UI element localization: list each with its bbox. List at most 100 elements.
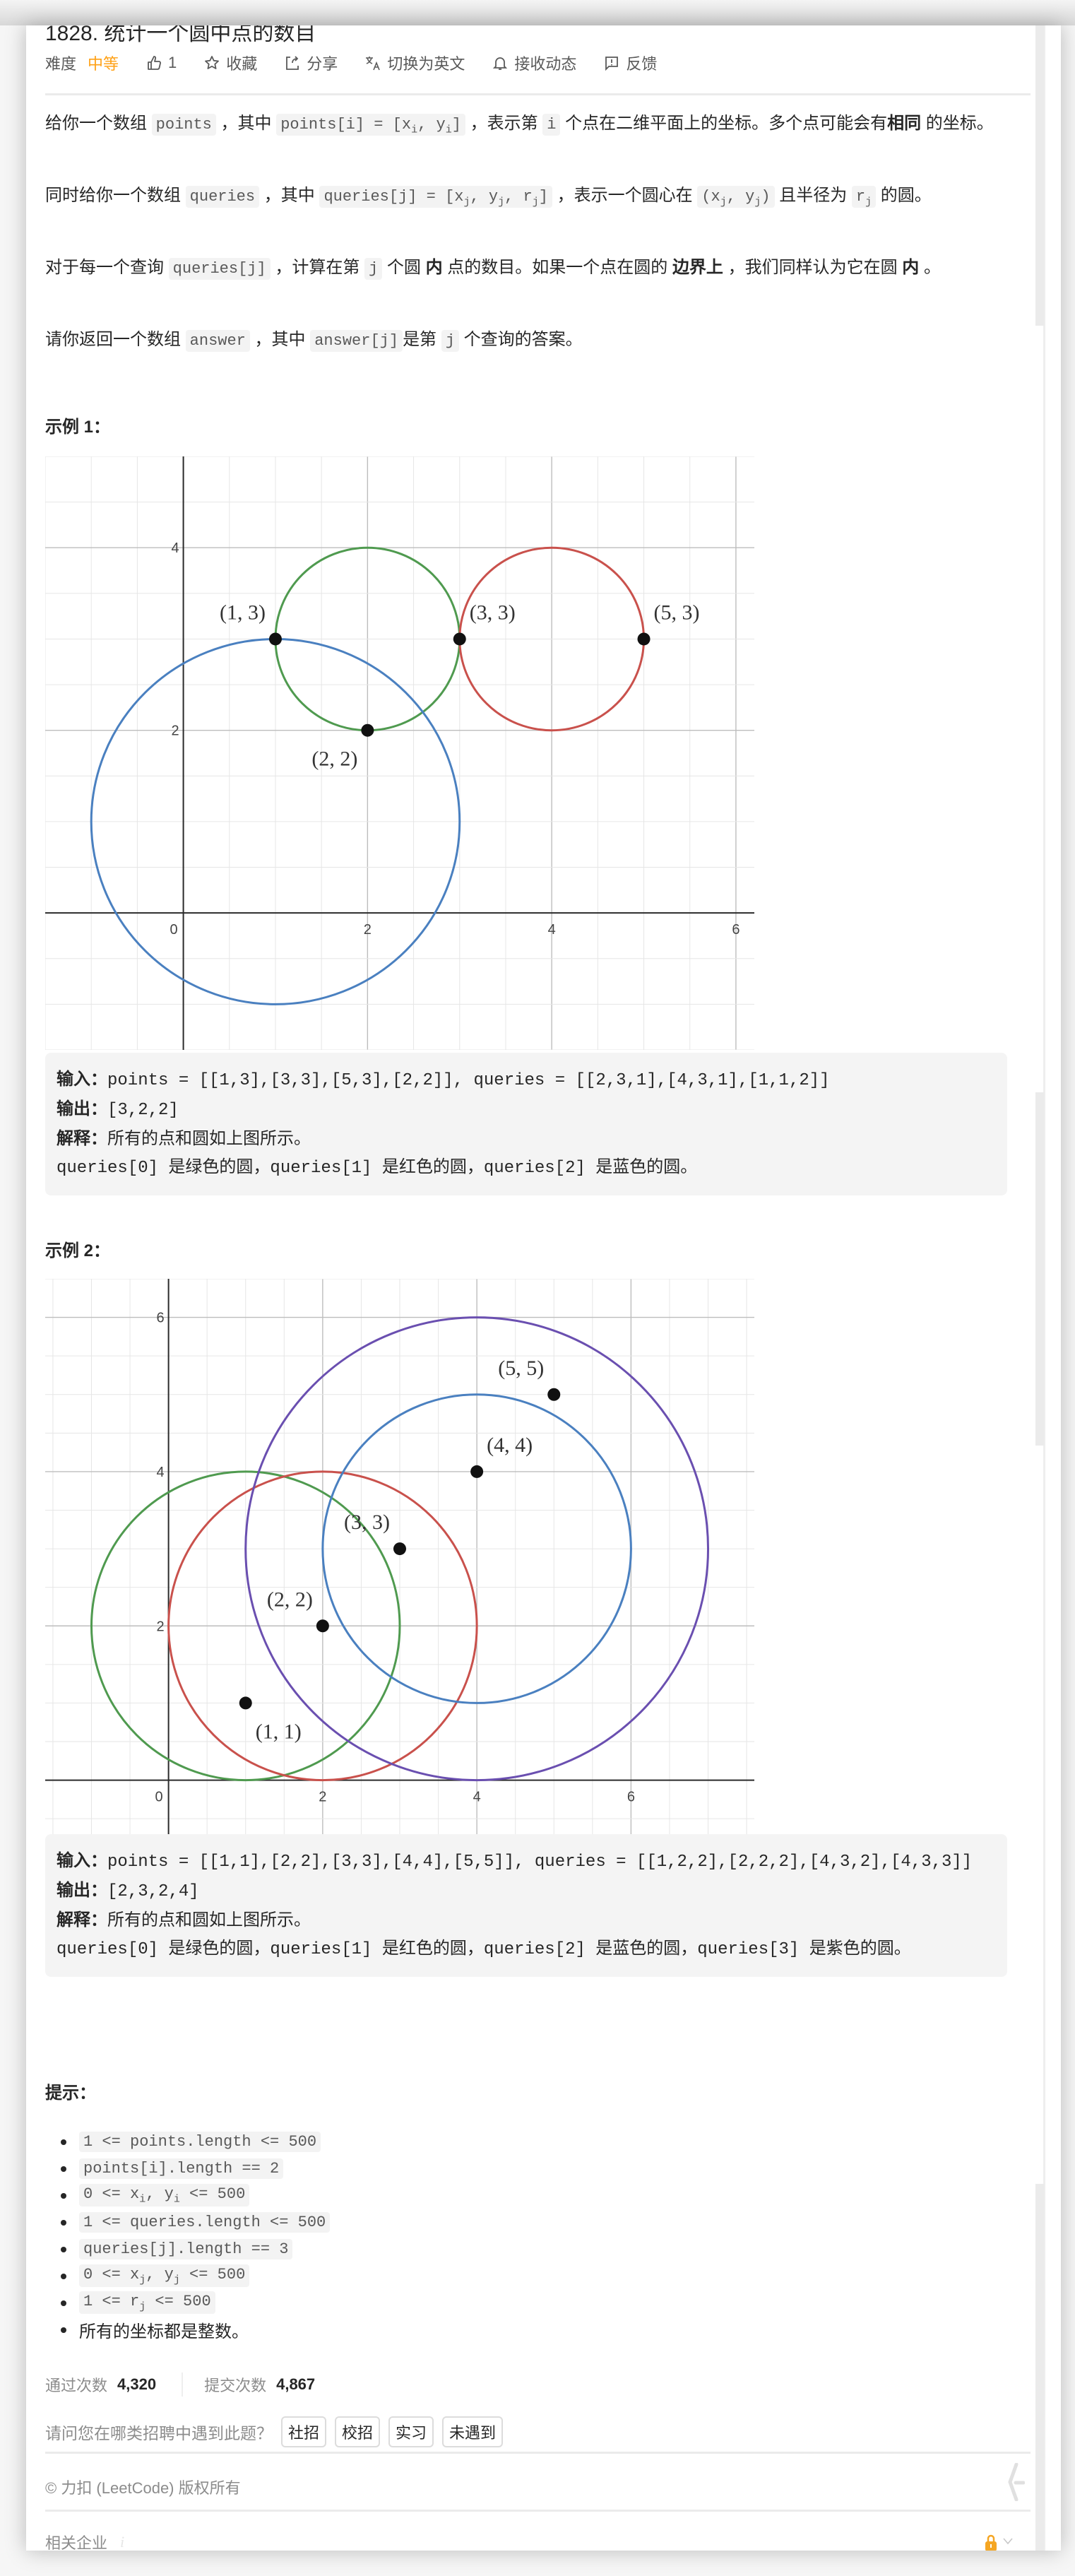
input-value: points = [[1,1],[2,2],[3,3],[4,4],[5,5]]… — [107, 1853, 973, 1872]
inline-code: answer — [185, 330, 250, 352]
data-point — [361, 723, 374, 737]
difficulty-label: 难度 — [45, 55, 77, 73]
inline-code: j — [441, 330, 459, 352]
example-2-title: 示例 2： — [45, 1241, 111, 1260]
x-tick-label: 6 — [732, 922, 740, 938]
submissions-count: 4,867 — [276, 2375, 316, 2393]
inline-code: queries[j] — [168, 258, 271, 280]
hint-code: 0 <= xj, yj <= 500 — [79, 2264, 250, 2288]
data-point — [239, 1696, 252, 1710]
example-2-figure: 0 2 4 6 2 4 6 (1, 1) (2, 2) (3, 3) (4, 4) (5, 5) — [45, 1279, 754, 1834]
text: ，表示一个圆心在 — [552, 186, 698, 205]
star-icon — [203, 54, 220, 71]
y-tick-label: 2 — [156, 1619, 164, 1634]
text: 且半径为 — [774, 186, 852, 205]
data-point — [453, 632, 466, 646]
example-1-title: 示例 1： — [45, 418, 111, 437]
favorite-button[interactable]: 收藏 — [203, 52, 257, 74]
accepted-count: 4,320 — [117, 2375, 157, 2393]
x-tick-label: 2 — [319, 1790, 326, 1805]
bold-text: 边界上 — [672, 258, 723, 277]
x-tick-label: 2 — [364, 922, 372, 938]
divider — [45, 2452, 1031, 2454]
chevron-down-icon[interactable] — [1003, 2538, 1013, 2545]
x-tick-label: 0 — [170, 922, 177, 938]
accepted-label: 通过次数 — [45, 2377, 108, 2394]
example-1-figure: 0 2 4 6 2 4 (1, 3) (3, 3) (5, 3) (2, 2) — [45, 456, 754, 1050]
favorite-label: 收藏 — [226, 55, 258, 73]
scrollbar-segment[interactable] — [1035, 25, 1044, 326]
description-paragraph-3: 对于每一个查询 queries[j] ，计算在第 j 个圆 内 点的数目。如果一… — [45, 254, 1031, 283]
info-icon: i — [120, 2533, 125, 2551]
data-point — [470, 1465, 484, 1478]
output-value: [2,3,2,4] — [107, 1882, 199, 1901]
explain-text: 所有的点和圆如上图所示。 — [107, 1912, 311, 1931]
x-tick-label: 4 — [473, 1790, 481, 1805]
text: 给你一个数组 — [45, 114, 152, 133]
subscribe-button[interactable]: 接收动态 — [492, 52, 576, 74]
output-label: 输出： — [57, 1881, 107, 1900]
hint-item: queries[j].length == 3 — [60, 2235, 330, 2262]
problem-title: 1828. 统计一个圆中点的数目 — [45, 25, 316, 45]
text: ，计算在第 — [270, 258, 365, 277]
feedback-button[interactable]: 反馈 — [603, 52, 657, 74]
x-tick-label: 4 — [548, 922, 556, 938]
text: 是第 — [403, 330, 441, 349]
divider — [45, 2510, 1031, 2512]
text: 。 — [919, 258, 941, 277]
difficulty: 难度 中等 — [45, 52, 119, 74]
survey-option-social[interactable]: 社招 — [281, 2416, 327, 2447]
scrollbar-segment[interactable] — [1035, 1092, 1044, 1446]
hint-text: 所有的坐标都是整数。 — [79, 2322, 249, 2341]
data-point — [393, 1542, 406, 1556]
hint-item: 所有的坐标都是整数。 — [60, 2316, 330, 2343]
inline-code: points[i] = [xi, yi] — [276, 114, 465, 136]
switch-language-label: 切换为英文 — [387, 55, 465, 73]
text: 对于每一个查询 — [45, 258, 169, 277]
inline-code: answer[j] — [310, 330, 403, 352]
data-point — [316, 1619, 329, 1633]
output-value: [3,2,2] — [107, 1101, 179, 1120]
submissions-label: 提交次数 — [204, 2377, 267, 2394]
inline-code: points — [151, 114, 216, 136]
survey-option-internship[interactable]: 实习 — [388, 2416, 434, 2447]
bell-icon — [492, 54, 509, 71]
subscribe-label: 接收动态 — [514, 55, 577, 73]
related-companies-row[interactable]: 相关企业 i — [45, 2531, 124, 2551]
hint-code: 0 <= xi, yi <= 500 — [79, 2183, 250, 2207]
explain-note: queries[0] 是绿色的圆，queries[1] 是红色的圆，querie… — [57, 1159, 698, 1178]
point-label: (2, 2) — [267, 1588, 313, 1611]
scrollbar-track[interactable] — [1035, 25, 1061, 2551]
thumbs-up-icon — [145, 54, 162, 71]
switch-language-button[interactable]: 切换为英文 — [364, 52, 465, 74]
like-button[interactable]: 1 — [145, 54, 177, 72]
explain-note: queries[0] 是绿色的圆，queries[1] 是红色的圆，querie… — [57, 1940, 911, 1959]
inline-code: j — [364, 258, 383, 280]
hint-code: queries[j].length == 3 — [79, 2238, 293, 2259]
explain-label: 解释： — [57, 1129, 107, 1148]
stats-divider — [182, 2373, 184, 2397]
y-tick-label: 2 — [171, 723, 179, 739]
scrollbar-thumb[interactable] — [1035, 2184, 1044, 2551]
description-paragraph-4: 请你返回一个数组 answer ，其中 answer[j] 是第 j 个查询的答案… — [45, 326, 1031, 355]
copyright-text: © 力扣 (LeetCode) 版权所有 — [45, 2479, 241, 2497]
hints-title: 提示： — [45, 2084, 96, 2103]
input-label: 输入： — [57, 1070, 107, 1089]
survey-option-campus[interactable]: 校招 — [335, 2416, 381, 2447]
explain-text: 所有的点和圆如上图所示。 — [107, 1130, 311, 1150]
text: 的圆。 — [876, 186, 932, 205]
share-button[interactable]: 分享 — [284, 52, 338, 74]
hint-item: 1 <= points.length <= 500 — [60, 2128, 330, 2155]
text: ，其中 — [215, 114, 277, 133]
point-label: (1, 1) — [256, 1720, 302, 1743]
survey-option-not-encountered[interactable]: 未遇到 — [442, 2416, 504, 2447]
bold-text: 内 — [902, 258, 920, 277]
text: 个点在二维平面上的坐标。多个点可能会有 — [560, 114, 888, 133]
explain-label: 解释： — [57, 1910, 107, 1930]
lock-icon — [985, 2534, 997, 2551]
data-point — [268, 632, 282, 646]
hint-item: 1 <= rj <= 500 — [60, 2289, 330, 2316]
problem-meta-bar: 难度 中等 1 收藏 分享 切换为英文 接收动态 反馈 — [45, 49, 684, 77]
hint-code: 1 <= rj <= 500 — [79, 2291, 215, 2315]
example-1-io-block: 输入：points = [[1,3],[3,3],[5,3],[2,2]], q… — [45, 1053, 1007, 1195]
